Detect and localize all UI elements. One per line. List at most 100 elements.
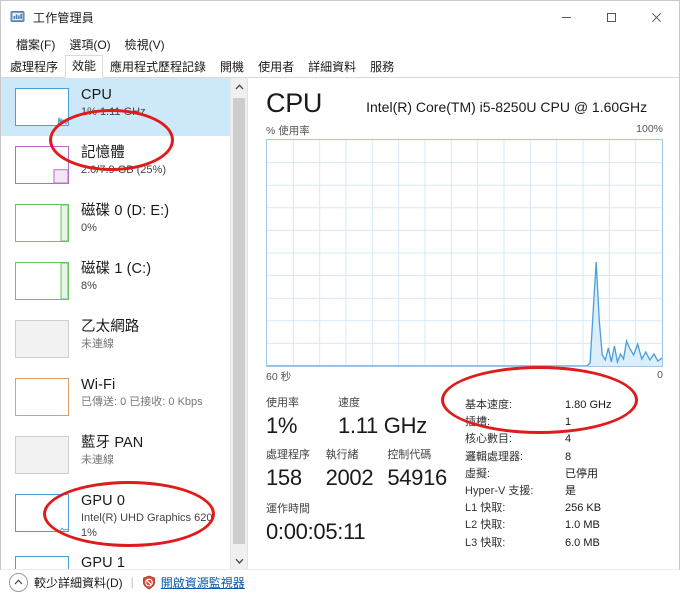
stats-area: 使用率 1% 速度 1.11 GHz 處理程序 158 執行緒 2002 控制代… (266, 396, 663, 552)
spec-label: 插槽: (465, 416, 491, 429)
spec-row: 核心數目: 4 (465, 431, 611, 448)
sidebar-item-gpu0[interactable]: GPU 0 Intel(R) UHD Graphics 620 1% (1, 484, 231, 546)
sidebar-item-gpu1[interactable]: GPU 1 NVIDIA GeForce MX130 0% (1, 546, 231, 569)
tab-details[interactable]: 詳細資料 (301, 56, 363, 78)
sidebar-sub-disk0: 0% (81, 222, 97, 234)
stat-handles-label: 控制代碼 (387, 449, 432, 461)
sidebar-item-disk0[interactable]: 磁碟 0 (D: E:) 0% (1, 194, 231, 252)
spec-label: L3 快取: (465, 536, 506, 549)
sidebar-item-ethernet[interactable]: 乙太網路 未連線 (1, 310, 231, 368)
bluetooth-thumbnail (15, 436, 69, 474)
spec-value: 1.80 GHz (565, 399, 612, 411)
maximize-button[interactable] (589, 1, 634, 33)
graph-bottom-axis: 60 秒 0 (266, 369, 663, 384)
tab-services[interactable]: 服務 (363, 56, 401, 78)
sidebar-scrollbar[interactable] (230, 78, 247, 569)
sidebar-item-bluetooth-pan[interactable]: 藍牙 PAN 未連線 (1, 426, 231, 484)
cpu-graph-svg (267, 140, 662, 366)
menu-bar: 檔案(F) 選項(O) 檢視(V) (1, 33, 679, 55)
sidebar-label-wifi: Wi-Fi (81, 377, 116, 393)
cpu-specs-list: 基本速度: 1.80 GHz 插槽: 1 核心數目: 4 邏輯處理器: 8 虛擬… (465, 396, 611, 552)
gpu0-info: GPU 0 Intel(R) UHD Graphics 620 1% (81, 492, 212, 541)
spec-row: 基本速度: 1.80 GHz (465, 397, 611, 414)
wifi-info: Wi-Fi 已傳送: 0 已接收: 0 Kbps (81, 376, 203, 410)
footer-separator: | (130, 575, 134, 589)
spec-value: 已停用 (565, 467, 598, 480)
graph-top-axis: % 使用率 100% (266, 123, 663, 138)
sidebar-label-memory: 記憶體 (81, 145, 125, 161)
spec-label: 虛擬: (465, 467, 491, 480)
spec-value: 256 KB (565, 502, 602, 515)
cpu-info: CPU 1% 1.11 GHz (81, 86, 146, 120)
scroll-up-icon[interactable] (231, 78, 247, 95)
stat-threads-value: 2002 (325, 465, 374, 490)
spec-label: 核心數目: (465, 433, 513, 446)
stat-speed-label: 速度 (338, 397, 360, 409)
sidebar-item-wifi[interactable]: Wi-Fi 已傳送: 0 已接收: 0 Kbps (1, 368, 231, 426)
menu-item-view[interactable]: 檢視(V) (118, 34, 172, 55)
spec-label: Hyper-V 支援: (465, 485, 534, 498)
sidebar-label-disk0: 磁碟 0 (D: E:) (81, 203, 170, 219)
tab-app-history[interactable]: 應用程式歷程記錄 (103, 56, 213, 78)
menu-item-options[interactable]: 選項(O) (62, 34, 117, 55)
minimize-button[interactable] (544, 1, 589, 33)
tab-strip: 處理程序 效能 應用程式歷程記錄 開機 使用者 詳細資料 服務 (1, 55, 679, 78)
tab-performance[interactable]: 效能 (65, 55, 104, 78)
cpu-model-label: Intel(R) Core(TM) i5-8250U CPU @ 1.60GHz (366, 99, 648, 115)
stat-handles-value: 54916 (387, 465, 447, 490)
sidebar-label-gpu0: GPU 0 (81, 493, 126, 509)
title-bar: 工作管理員 (1, 1, 679, 33)
fewer-details-button[interactable]: 較少詳細資料(D) (34, 574, 123, 591)
disk1-info: 磁碟 1 (C:) 8% (81, 260, 151, 294)
stat-speed: 速度 1.11 GHz (338, 396, 427, 440)
spec-row: L1 快取: 256 KB (465, 500, 611, 517)
status-bar: 較少詳細資料(D) | 開啟資源監視器 (1, 569, 679, 594)
stat-threads-label: 執行緒 (325, 449, 359, 461)
sidebar-sub-gpu0-model: Intel(R) UHD Graphics 620 (81, 512, 213, 524)
scroll-down-icon[interactable] (231, 552, 247, 569)
open-resource-monitor-link[interactable]: 開啟資源監視器 (161, 574, 245, 591)
scrollbar-thumb[interactable] (233, 98, 245, 544)
y-axis-max: 100% (636, 123, 663, 135)
ethernet-info: 乙太網路 未連線 (81, 318, 139, 352)
tab-processes[interactable]: 處理程序 (3, 56, 65, 78)
spec-value: 是 (565, 485, 576, 498)
stats-row-primary: 使用率 1% 速度 1.11 GHz (266, 396, 461, 440)
disk0-thumbnail (15, 204, 69, 242)
sidebar-item-disk1[interactable]: 磁碟 1 (C:) 8% (1, 252, 231, 310)
spec-row: L3 快取: 6.0 MB (465, 535, 611, 552)
sidebar-label-gpu1: GPU 1 (81, 555, 126, 569)
spec-row: 邏輯處理器: 8 (465, 449, 611, 466)
close-button[interactable] (634, 1, 679, 33)
sidebar-item-cpu[interactable]: CPU 1% 1.11 GHz (1, 78, 231, 136)
stat-uptime-value: 0:00:05:11 (266, 519, 366, 544)
sidebar-item-memory[interactable]: 記憶體 2.0/7.9 GB (25%) (1, 136, 231, 194)
sidebar-sub-bluetooth: 未連線 (81, 454, 114, 466)
spec-label: 基本速度: (465, 399, 513, 411)
tab-users[interactable]: 使用者 (251, 56, 301, 78)
ethernet-thumbnail (15, 320, 69, 358)
window-controls (544, 1, 679, 33)
spec-row: 虛擬: 已停用 (465, 466, 611, 483)
sidebar-sub-cpu: 1% 1.11 GHz (81, 106, 146, 118)
chevron-up-icon[interactable] (9, 572, 28, 592)
stat-processes-value: 158 (266, 465, 302, 490)
spec-label: L1 快取: (465, 502, 506, 515)
stat-handles: 控制代碼 54916 (387, 448, 447, 492)
stats-left-column: 使用率 1% 速度 1.11 GHz 處理程序 158 執行緒 2002 控制代… (266, 396, 461, 552)
y-axis-label: % 使用率 (266, 125, 310, 137)
stat-processes: 處理程序 158 (266, 448, 312, 492)
spec-value: 4 (565, 433, 572, 446)
menu-item-file[interactable]: 檔案(F) (9, 34, 62, 55)
gpu1-thumbnail (15, 556, 69, 569)
sidebar-sub-gpu0-usage: 1% (81, 527, 97, 539)
wifi-thumbnail (15, 378, 69, 416)
sidebar-label-cpu: CPU (81, 87, 112, 103)
task-manager-icon (10, 9, 26, 25)
spec-label: 邏輯處理器: (465, 450, 524, 463)
cpu-detail-panel: CPU Intel(R) Core(TM) i5-8250U CPU @ 1.6… (248, 78, 679, 569)
x-axis-label: 60 秒 (266, 371, 292, 383)
tab-startup[interactable]: 開機 (213, 56, 251, 78)
sidebar-label-bluetooth: 藍牙 PAN (81, 435, 144, 451)
disk0-info: 磁碟 0 (D: E:) 0% (81, 202, 169, 236)
